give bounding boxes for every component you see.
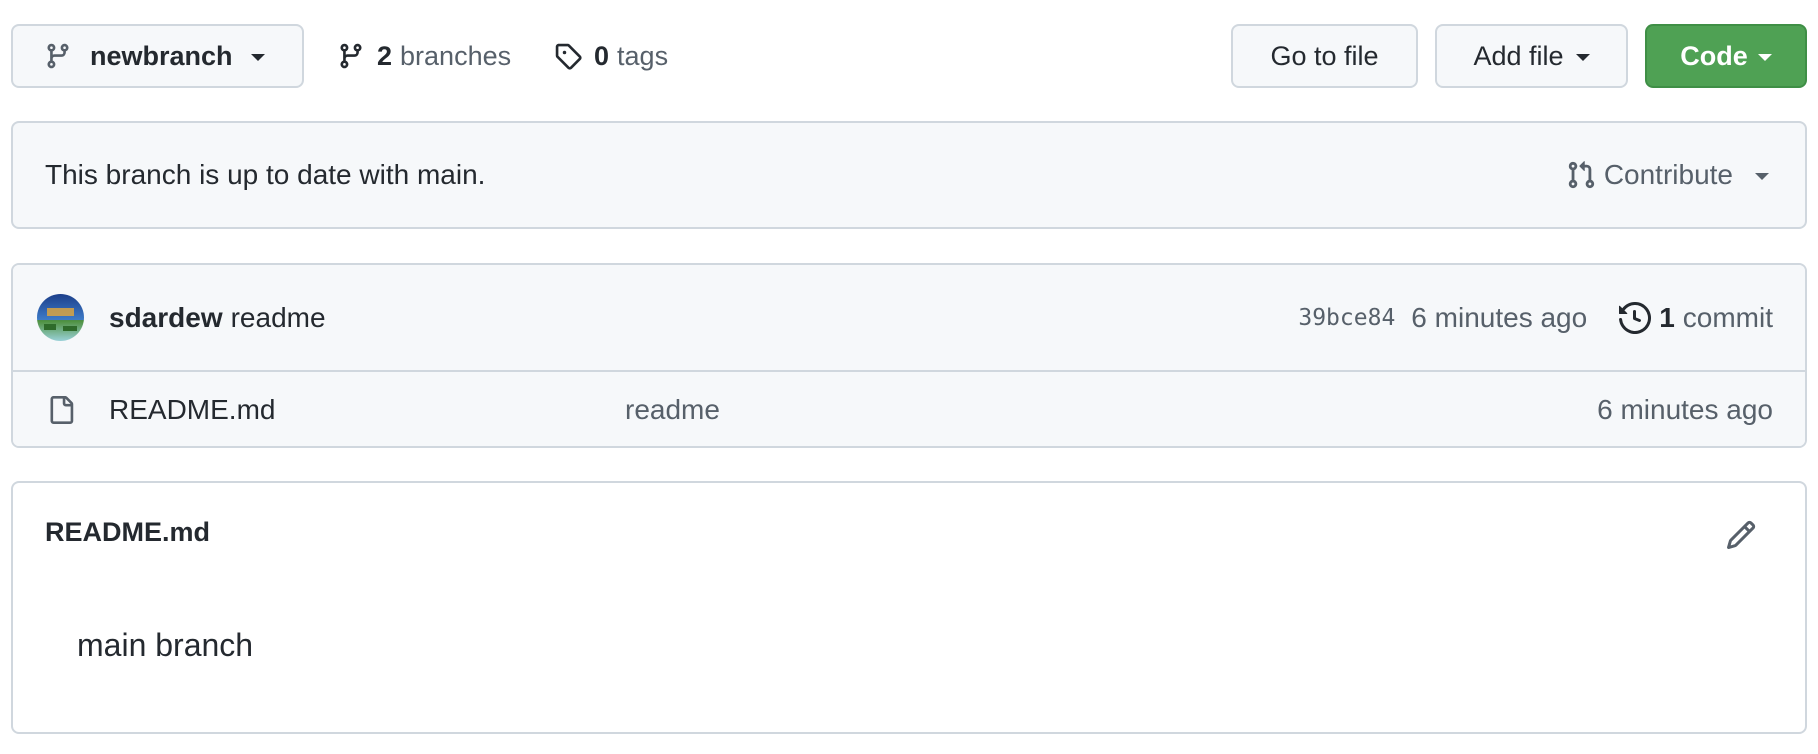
file-name-link[interactable]: README.md [109, 394, 275, 426]
tag-icon [554, 42, 582, 70]
file-time: 6 minutes ago [1597, 394, 1773, 425]
branches-label: branches [400, 40, 512, 71]
chevron-down-icon [1755, 173, 1769, 180]
add-file-button[interactable]: Add file [1435, 24, 1628, 88]
branch-status-message: This branch is up to date with main. [45, 159, 486, 190]
branch-status-banner: This branch is up to date with main. Con… [11, 121, 1807, 229]
latest-commit-row: sdardew readme 39bce84 6 minutes ago 1 c… [13, 265, 1805, 372]
contribute-dropdown[interactable]: Contribute [1566, 159, 1769, 191]
file-row: README.md readme 6 minutes ago [13, 372, 1805, 446]
file-icon [47, 394, 75, 426]
commit-time: 6 minutes ago [1411, 301, 1588, 333]
git-branch-icon [337, 42, 365, 70]
branches-link[interactable]: 2 branches [337, 24, 511, 88]
chevron-down-icon [1757, 54, 1772, 61]
chevron-down-icon [1575, 54, 1590, 61]
repo-toolbar: newbranch 2 branches 0 tags Go to file A… [11, 24, 1807, 88]
history-icon [1619, 301, 1652, 334]
commit-author[interactable]: sdardew [109, 302, 223, 334]
readme-title[interactable]: README.md [45, 517, 210, 548]
branches-count: 2 [377, 40, 393, 71]
code-label: Code [1680, 40, 1748, 71]
commit-sha[interactable]: 39bce84 [1298, 305, 1395, 331]
pencil-icon[interactable] [1725, 519, 1757, 551]
readme-panel: README.md main branch [11, 481, 1807, 734]
commit-count: 1 [1659, 301, 1675, 333]
repository-page: newbranch 2 branches 0 tags Go to file A… [0, 0, 1818, 754]
branch-selector-label: newbranch [90, 40, 233, 71]
chevron-down-icon [250, 54, 265, 61]
commit-message[interactable]: readme [231, 302, 326, 334]
tags-count: 0 [594, 40, 610, 71]
add-file-label: Add file [1473, 40, 1564, 71]
tags-link[interactable]: 0 tags [554, 24, 668, 88]
file-listing: sdardew readme 39bce84 6 minutes ago 1 c… [11, 263, 1807, 448]
branch-selector-button[interactable]: newbranch [11, 24, 304, 88]
file-commit-message[interactable]: readme [625, 394, 720, 426]
git-branch-icon [44, 42, 72, 70]
contribute-label: Contribute [1603, 159, 1733, 190]
go-to-file-button[interactable]: Go to file [1231, 24, 1418, 88]
tags-label: tags [617, 40, 669, 71]
commit-count-label: commit [1682, 301, 1773, 333]
avatar[interactable] [37, 294, 84, 341]
commit-history-link[interactable]: 1 commit [1619, 302, 1773, 334]
go-to-file-label: Go to file [1270, 40, 1379, 71]
code-button[interactable]: Code [1645, 24, 1807, 88]
git-pull-request-icon [1566, 160, 1596, 190]
readme-content: main branch [77, 627, 254, 663]
